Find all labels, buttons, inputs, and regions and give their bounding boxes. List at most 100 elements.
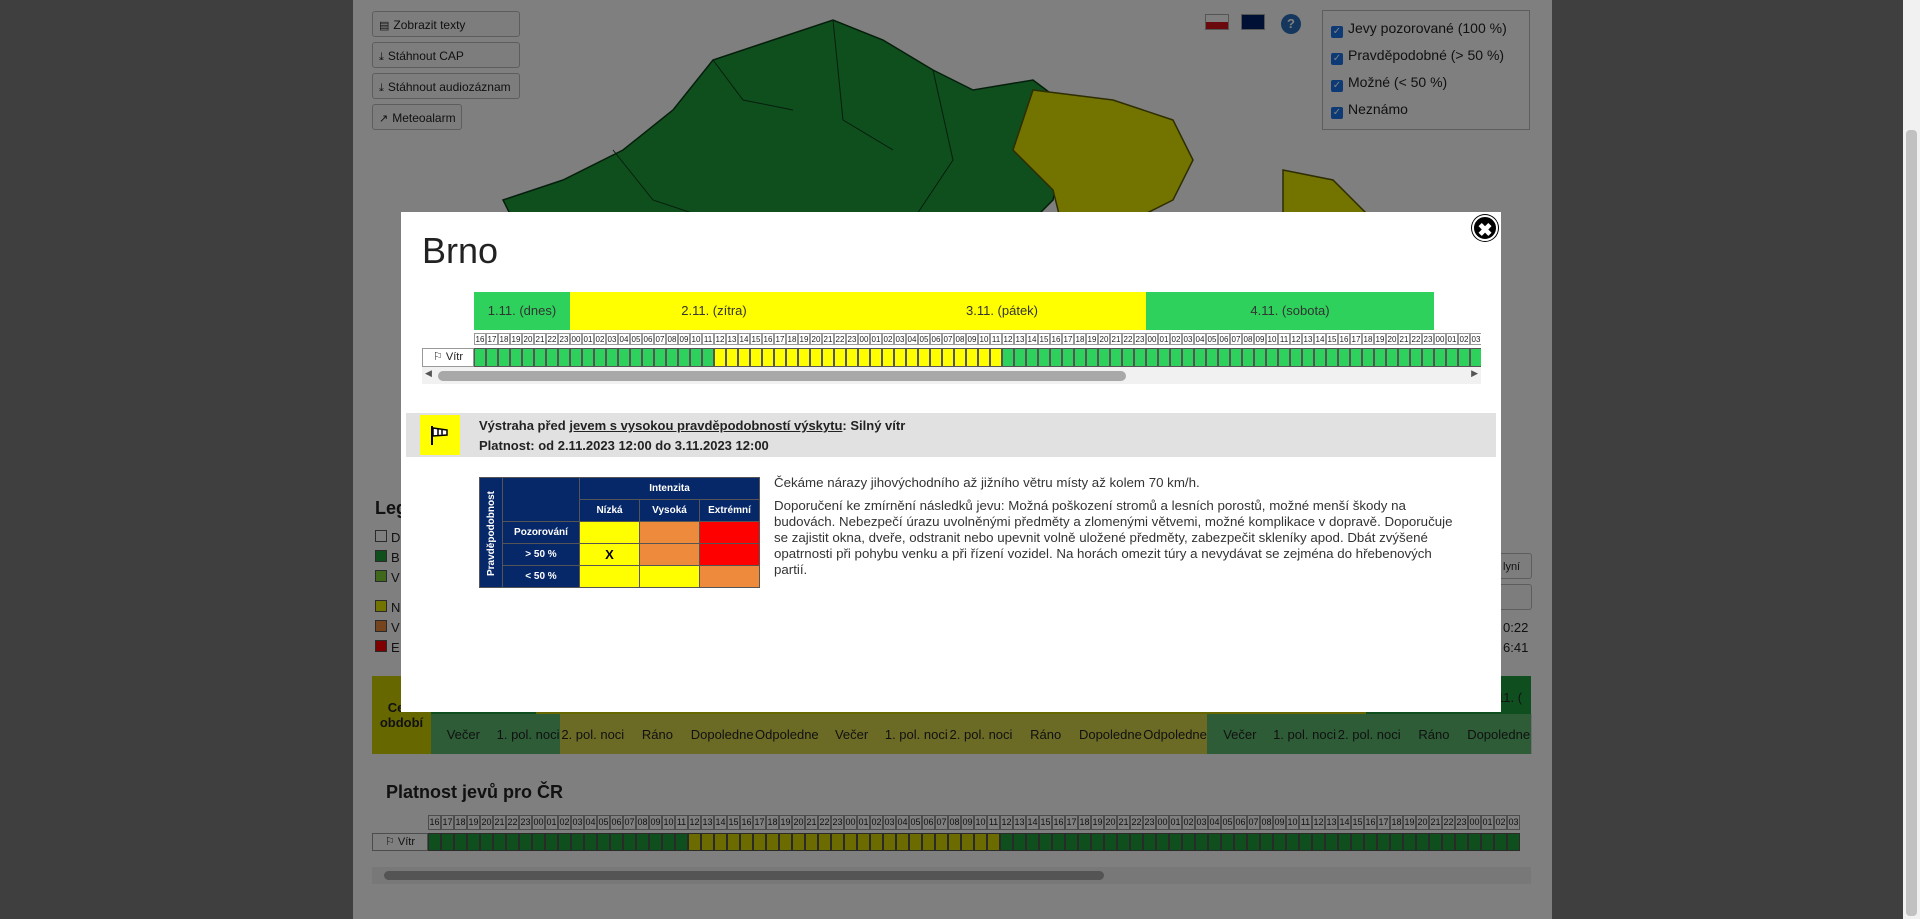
probability-link[interactable]: jevem s vysokou pravděpodobností výskytu xyxy=(569,418,842,433)
hour-cell[interactable] xyxy=(1326,348,1338,367)
hour-cell[interactable] xyxy=(930,348,942,367)
hour-cell[interactable] xyxy=(1098,348,1110,367)
hour-cell[interactable] xyxy=(606,348,618,367)
hour-cell[interactable] xyxy=(546,348,558,367)
window-scrollbar[interactable] xyxy=(1903,0,1920,919)
hour-cell[interactable] xyxy=(858,348,870,367)
hour-cell[interactable] xyxy=(1362,348,1374,367)
hour-cell[interactable] xyxy=(570,348,582,367)
hour-cell[interactable] xyxy=(1374,348,1386,367)
hour-cell[interactable] xyxy=(1398,348,1410,367)
hour-cell[interactable] xyxy=(1026,348,1038,367)
hour-cell[interactable] xyxy=(1290,348,1302,367)
hour-cell[interactable] xyxy=(534,348,546,367)
hour-cell[interactable] xyxy=(1410,348,1422,367)
hour-label: 13 xyxy=(1302,333,1314,345)
hour-cell[interactable] xyxy=(798,348,810,367)
hour-cell[interactable] xyxy=(678,348,690,367)
hour-cell[interactable] xyxy=(1170,348,1182,367)
hour-cell[interactable] xyxy=(1206,348,1218,367)
hour-cell[interactable] xyxy=(1062,348,1074,367)
hour-cell[interactable] xyxy=(750,348,762,367)
hour-cell[interactable] xyxy=(1194,348,1206,367)
hour-cell[interactable] xyxy=(906,348,918,367)
hour-cell[interactable] xyxy=(1230,348,1242,367)
hour-label: 10 xyxy=(690,333,702,345)
hour-cell[interactable] xyxy=(1038,348,1050,367)
hour-cell[interactable] xyxy=(654,348,666,367)
hour-cell[interactable] xyxy=(738,348,750,367)
hour-label: 15 xyxy=(1326,333,1338,345)
hour-cell[interactable] xyxy=(1458,348,1470,367)
scroll-thumb[interactable] xyxy=(1906,130,1917,916)
hour-cell[interactable] xyxy=(1122,348,1134,367)
hour-label: 23 xyxy=(558,333,570,345)
hour-cell[interactable] xyxy=(1278,348,1290,367)
hour-cell[interactable] xyxy=(642,348,654,367)
hour-cell[interactable] xyxy=(522,348,534,367)
hour-cell[interactable] xyxy=(486,348,498,367)
hour-cell[interactable] xyxy=(1218,348,1230,367)
scroll-thumb[interactable] xyxy=(438,371,1126,381)
scroll-left-icon[interactable]: ◀ xyxy=(425,368,432,379)
hour-cell[interactable] xyxy=(1422,348,1434,367)
scroll-right-icon[interactable]: ▶ xyxy=(1471,368,1478,379)
hour-cell[interactable] xyxy=(870,348,882,367)
hour-cell[interactable] xyxy=(1434,348,1446,367)
hour-cell[interactable] xyxy=(1074,348,1086,367)
hour-cell[interactable] xyxy=(954,348,966,367)
hour-cell[interactable] xyxy=(894,348,906,367)
hour-cell[interactable] xyxy=(1446,348,1458,367)
hour-cell[interactable] xyxy=(882,348,894,367)
hour-cell[interactable] xyxy=(942,348,954,367)
hour-cell[interactable] xyxy=(762,348,774,367)
hour-cell[interactable] xyxy=(1146,348,1158,367)
modal-timeline[interactable]: 1.11. (dnes) 2.11. (zítra) 3.11. (pátek) 4.… xyxy=(422,292,1481,367)
hour-cell[interactable] xyxy=(618,348,630,367)
hour-cell[interactable] xyxy=(690,348,702,367)
hour-cell[interactable] xyxy=(1182,348,1194,367)
hour-cell[interactable] xyxy=(978,348,990,367)
hour-cell[interactable] xyxy=(510,348,522,367)
hour-cell[interactable] xyxy=(810,348,822,367)
hour-cell[interactable] xyxy=(1110,348,1122,367)
close-icon[interactable]: ✖ xyxy=(1472,215,1498,241)
hour-cell[interactable] xyxy=(1338,348,1350,367)
hour-cell[interactable] xyxy=(1002,348,1014,367)
hour-cell[interactable] xyxy=(1242,348,1254,367)
modal-timeline-scrollbar[interactable]: ◀ ▶ xyxy=(422,367,1481,384)
hour-cell[interactable] xyxy=(582,348,594,367)
hour-cell[interactable] xyxy=(474,348,486,367)
matrix-cell xyxy=(579,521,640,544)
hour-cell[interactable] xyxy=(1302,348,1314,367)
hour-cell[interactable] xyxy=(666,348,678,367)
hour-cell[interactable] xyxy=(558,348,570,367)
hour-label: 16 xyxy=(474,333,486,345)
hour-cell[interactable] xyxy=(822,348,834,367)
hour-cell[interactable] xyxy=(1134,348,1146,367)
hour-cell[interactable] xyxy=(1386,348,1398,367)
hour-cell[interactable] xyxy=(834,348,846,367)
hour-cell[interactable] xyxy=(786,348,798,367)
hour-cell[interactable] xyxy=(1254,348,1266,367)
hour-cell[interactable] xyxy=(990,348,1002,367)
day-label: 4.11. (sobota) xyxy=(1146,292,1434,330)
hour-cell[interactable] xyxy=(702,348,714,367)
hour-cell[interactable] xyxy=(1350,348,1362,367)
hour-cell[interactable] xyxy=(498,348,510,367)
hour-cell[interactable] xyxy=(630,348,642,367)
hour-cell[interactable] xyxy=(1014,348,1026,367)
hour-cell[interactable] xyxy=(1086,348,1098,367)
hour-cell[interactable] xyxy=(1158,348,1170,367)
hour-cell[interactable] xyxy=(774,348,786,367)
hour-cell[interactable] xyxy=(1266,348,1278,367)
hour-cell[interactable] xyxy=(966,348,978,367)
hour-cell[interactable] xyxy=(1050,348,1062,367)
hour-cell[interactable] xyxy=(1470,348,1481,367)
hour-cell[interactable] xyxy=(918,348,930,367)
hour-cell[interactable] xyxy=(846,348,858,367)
hour-cell[interactable] xyxy=(714,348,726,367)
hour-cell[interactable] xyxy=(726,348,738,367)
hour-cell[interactable] xyxy=(594,348,606,367)
hour-cell[interactable] xyxy=(1314,348,1326,367)
